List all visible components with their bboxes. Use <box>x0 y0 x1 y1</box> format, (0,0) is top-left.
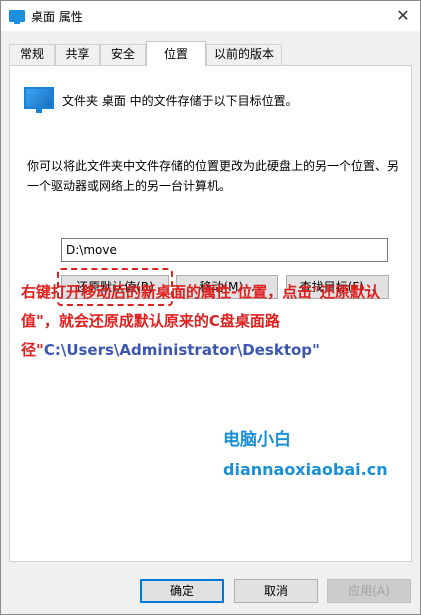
tab-sharing[interactable]: 共享 <box>55 44 100 65</box>
close-button[interactable]: ✕ <box>392 5 414 27</box>
cancel-button[interactable]: 取消 <box>234 579 318 603</box>
annotation-closing-quote: " <box>312 341 320 359</box>
tab-location[interactable]: 位置 <box>146 41 206 66</box>
location-description: 你可以将此文件夹中文件存储的位置更改为此硬盘上的另一个位置、另一个驱动器或网络上… <box>27 159 400 193</box>
ok-button[interactable]: 确定 <box>140 579 224 603</box>
path-input[interactable] <box>61 238 388 262</box>
annotation-text: 右键打开移动后的新桌面的属性-位置，点击"还原默认值"，就会还原成默认原来的C盘… <box>21 278 396 365</box>
window-title: 桌面 属性 <box>31 10 83 24</box>
title-bar[interactable]: 桌面 属性 ✕ <box>1 1 420 31</box>
watermark-url: diannaoxiaobai.cn <box>223 460 388 479</box>
apply-button[interactable]: 应用(A) <box>327 579 411 603</box>
annotation-path: C:\Users\Administrator\Desktop <box>43 341 313 359</box>
tab-general[interactable]: 常规 <box>9 44 55 65</box>
properties-window: 桌面 属性 ✕ 常规 共享 安全 位置 以前的版本 文件夹 桌面 中的文件存储于… <box>0 0 421 615</box>
location-heading: 文件夹 桌面 中的文件存储于以下目标位置。 <box>62 94 298 108</box>
watermark-name: 电脑小白 <box>223 430 291 450</box>
desktop-icon <box>9 10 25 24</box>
tab-security[interactable]: 安全 <box>100 44 146 65</box>
desktop-folder-icon <box>24 87 54 113</box>
tab-previous-versions[interactable]: 以前的版本 <box>206 44 282 65</box>
